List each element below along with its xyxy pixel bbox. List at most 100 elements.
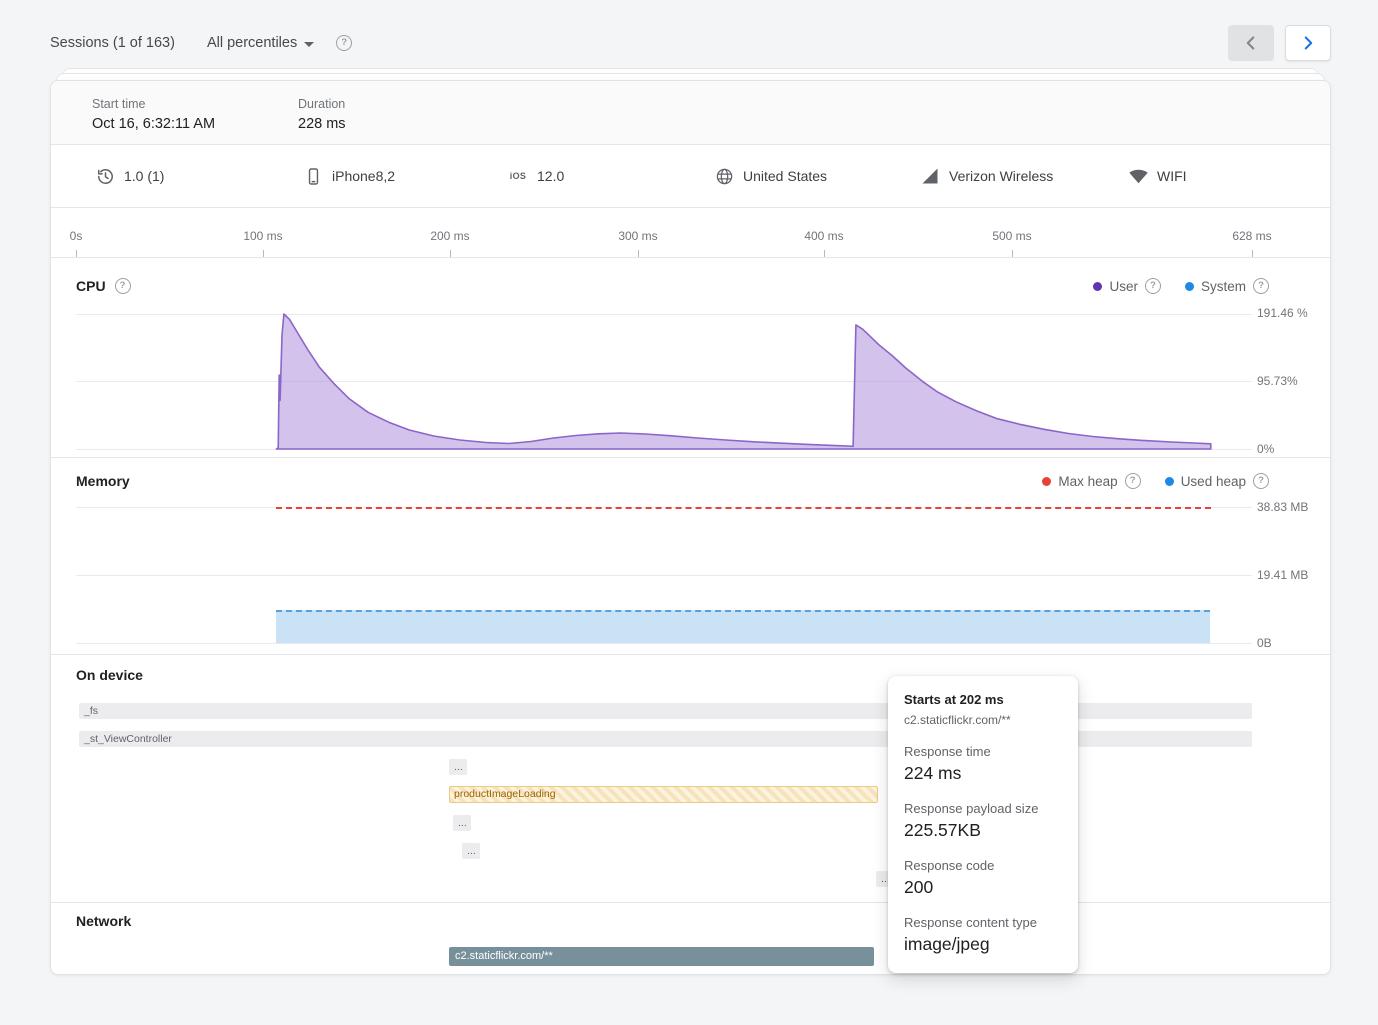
start-time-block: Start time Oct 16, 6:32:11 AM [92, 97, 215, 132]
memory-legend-used-heap-label: Used heap [1181, 474, 1246, 489]
tooltip-field-label: Response payload size [904, 801, 1062, 816]
os-version-item: iOS 12.0 [508, 145, 564, 207]
memory-gridline-bottom [76, 643, 1252, 644]
trace-bar[interactable]: ... [449, 759, 467, 775]
country-item: United States [714, 145, 827, 207]
timeline-tick-label: 300 ms [618, 229, 657, 243]
app-version-history-icon [95, 166, 115, 186]
chevron-right-icon [1297, 32, 1319, 54]
max-heap-legend-dot-icon [1042, 477, 1051, 486]
system-legend-dot-icon [1185, 282, 1194, 291]
memory-legend: Max heap ? Used heap ? [1026, 473, 1269, 489]
wifi-icon [1128, 166, 1148, 186]
network-title: Network [76, 913, 131, 929]
memory-y-label-zero: 0B [1257, 636, 1311, 651]
duration-label: Duration [298, 97, 346, 111]
ios-icon: iOS [508, 166, 528, 186]
session-card: Start time Oct 16, 6:32:11 AM Duration 2… [50, 80, 1331, 975]
help-icon[interactable]: ? [1145, 278, 1161, 294]
cpu-title-row: CPU ? [76, 278, 131, 294]
previous-session-button[interactable] [1228, 25, 1274, 61]
cpu-y-label-zero: 0% [1257, 442, 1311, 457]
timeline-tick-mark [263, 250, 264, 257]
tooltip-field-value: 200 [904, 877, 1062, 898]
os-version-label: 12.0 [537, 168, 564, 184]
phone-icon [303, 166, 323, 186]
carrier-label: Verizon Wireless [949, 168, 1053, 184]
percentiles-dropdown[interactable]: All percentiles [207, 35, 314, 51]
timeline-tick-label: 400 ms [804, 229, 843, 243]
timeline-tick-label: 0s [70, 229, 83, 243]
chevron-left-icon [1240, 32, 1262, 54]
memory-used-heap-area[interactable] [276, 610, 1209, 643]
memory-legend-max-heap: Max heap ? [1042, 473, 1140, 489]
next-session-button[interactable] [1285, 25, 1331, 61]
toolbar: Sessions (1 of 163) All percentiles ? [50, 30, 352, 56]
on-device-title: On device [76, 667, 143, 683]
network-bar[interactable]: c2.staticflickr.com/** [449, 947, 874, 966]
radio-label: WIFI [1157, 168, 1187, 184]
memory-title-row: Memory [76, 473, 130, 489]
help-icon[interactable]: ? [115, 278, 131, 294]
radio-item: WIFI [1128, 145, 1187, 207]
timeline-tick-label: 200 ms [430, 229, 469, 243]
cpu-user-area [276, 314, 1210, 449]
country-label: United States [743, 168, 827, 184]
cpu-section: CPU ? User ? System ? 1 [51, 258, 1330, 458]
cpu-y-label-mid: 95.73% [1257, 374, 1311, 389]
device-model-label: iPhone8,2 [332, 168, 395, 184]
timeline-tick-mark [1012, 250, 1013, 257]
cpu-y-label-max: 191.46 % [1257, 306, 1311, 321]
memory-y-label-mid: 19.41 MB [1257, 568, 1311, 583]
cpu-legend: User ? System ? [1077, 278, 1269, 294]
cell-signal-icon [920, 166, 940, 186]
session-pagination [1228, 25, 1331, 61]
duration-value: 228 ms [298, 116, 346, 132]
tooltip-field-value: 225.57KB [904, 820, 1062, 841]
trace-bar[interactable]: productImageLoading [449, 786, 878, 803]
on-device-section: On device _fs_st_ViewController...produc… [51, 655, 1330, 903]
cpu-chart[interactable] [76, 305, 1252, 450]
device-info-row: 1.0 (1) iPhone8,2 iOS 12.0 United States [51, 145, 1330, 208]
memory-gridline-mid [76, 575, 1252, 576]
tooltip-field-value: 224 ms [904, 763, 1062, 784]
tooltip-title: Starts at 202 ms [904, 692, 1062, 707]
app-version-label: 1.0 (1) [124, 168, 164, 184]
timeline-tick-label: 500 ms [992, 229, 1031, 243]
device-model-item: iPhone8,2 [303, 145, 395, 207]
help-icon[interactable]: ? [336, 35, 352, 51]
percentiles-dropdown-label: All percentiles [207, 35, 297, 51]
memory-title: Memory [76, 473, 130, 489]
network-section: Network c2.staticflickr.com/** [51, 903, 1330, 975]
timeline-tick-mark [1252, 250, 1253, 257]
session-summary-header: Start time Oct 16, 6:32:11 AM Duration 2… [51, 81, 1330, 145]
session-detail-page: Sessions (1 of 163) All percentiles ? St… [0, 0, 1378, 1025]
tooltip-url: c2.staticflickr.com/** [904, 713, 1062, 727]
timeline-tick-mark [450, 250, 451, 257]
memory-legend-max-heap-label: Max heap [1058, 474, 1117, 489]
timeline-ruler: 0s100 ms200 ms300 ms400 ms500 ms628 ms [51, 208, 1330, 258]
help-icon[interactable]: ? [1253, 278, 1269, 294]
start-time-value: Oct 16, 6:32:11 AM [92, 116, 215, 132]
chevron-down-icon [304, 42, 314, 47]
memory-max-heap-line[interactable] [276, 507, 1210, 509]
trace-bar[interactable]: ... [462, 843, 480, 859]
cpu-title: CPU [76, 278, 106, 294]
user-legend-dot-icon [1093, 282, 1102, 291]
cpu-legend-user: User ? [1093, 278, 1161, 294]
cpu-legend-system: System ? [1185, 278, 1269, 294]
app-version-item: 1.0 (1) [95, 145, 164, 207]
sessions-count-label: Sessions (1 of 163) [50, 35, 175, 51]
help-icon[interactable]: ? [1125, 473, 1141, 489]
trace-bar[interactable]: ... [453, 815, 471, 831]
timeline-tick-mark [824, 250, 825, 257]
timeline-tick-mark [638, 250, 639, 257]
timeline-tick-label: 100 ms [243, 229, 282, 243]
memory-section: Memory Max heap ? Used heap ? 38.83 MB [51, 458, 1330, 655]
used-heap-legend-dot-icon [1165, 477, 1174, 486]
cpu-legend-user-label: User [1109, 279, 1138, 294]
globe-icon [714, 166, 734, 186]
help-icon[interactable]: ? [1253, 473, 1269, 489]
network-request-tooltip: Starts at 202 ms c2.staticflickr.com/** … [888, 676, 1078, 973]
start-time-label: Start time [92, 97, 215, 111]
